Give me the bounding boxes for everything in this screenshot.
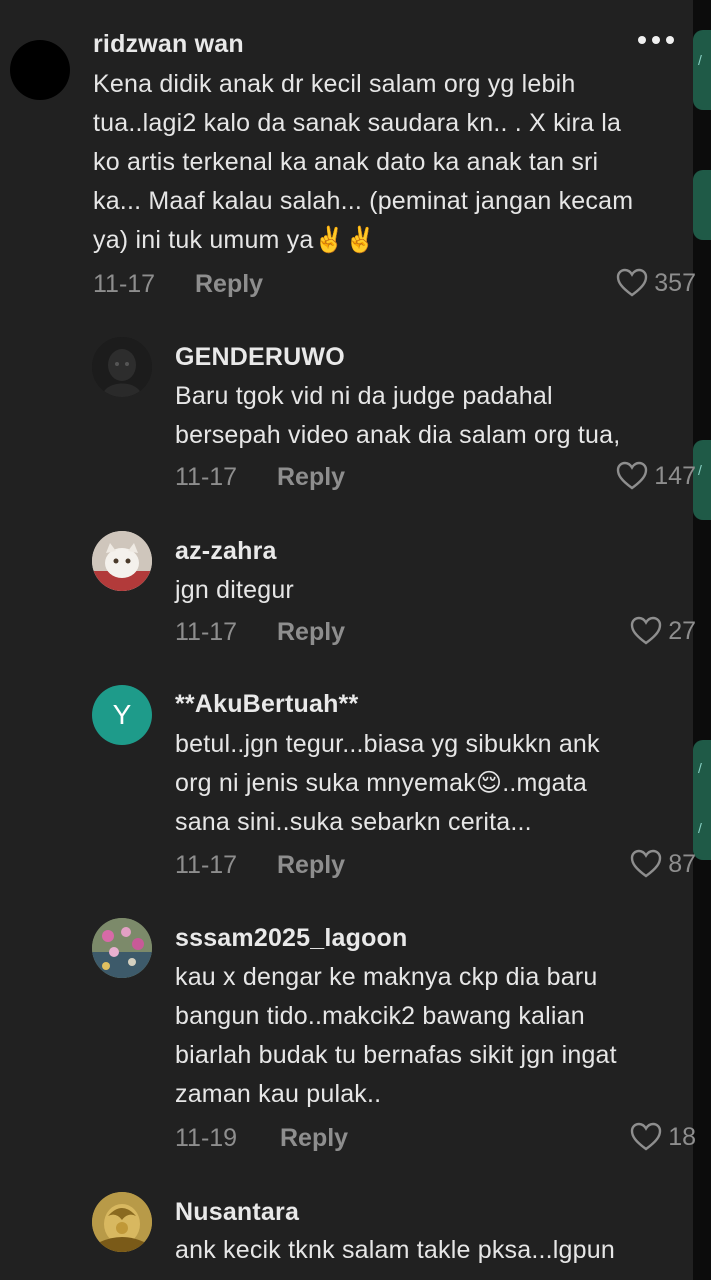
heart-outline-icon xyxy=(617,461,648,490)
like-count: 27 xyxy=(668,616,696,645)
like-count: 87 xyxy=(668,849,696,878)
like-button[interactable]: 147 xyxy=(616,461,696,491)
more-options-icon[interactable] xyxy=(638,36,674,44)
comment-username[interactable]: az-zahra xyxy=(175,537,277,566)
comment-username[interactable]: sssam2025_lagoon xyxy=(175,924,408,953)
comment-text: betul..jgn tegur...biasa yg sibukkn ank … xyxy=(175,730,600,836)
avatar[interactable] xyxy=(92,1192,152,1252)
heart-outline-icon xyxy=(617,268,648,297)
heart-outline-icon xyxy=(630,1122,662,1151)
comment-username[interactable]: **AkuBertuah** xyxy=(175,690,358,719)
comment-text: Kena didik anak dr kecil salam org yg le… xyxy=(93,70,634,254)
avatar[interactable] xyxy=(92,337,152,397)
like-count: 18 xyxy=(668,1122,696,1151)
comment-date: 11-17 xyxy=(93,270,156,298)
reply-button[interactable]: Reply xyxy=(280,1124,348,1153)
edge-highlight xyxy=(693,170,711,240)
heart-outline-icon xyxy=(630,616,662,645)
avatar[interactable] xyxy=(92,531,152,591)
reply-button[interactable]: Reply xyxy=(277,851,345,880)
like-count: 147 xyxy=(654,461,696,490)
comment-username[interactable]: GENDERUWO xyxy=(175,343,345,372)
reply-button[interactable]: Reply xyxy=(195,270,263,299)
edge-highlight: / xyxy=(693,30,711,110)
reply-button[interactable]: Reply xyxy=(277,618,345,647)
reply-button[interactable]: Reply xyxy=(277,463,345,492)
avatar[interactable] xyxy=(92,918,152,978)
avatar[interactable] xyxy=(10,40,70,100)
avatar-letter: Y xyxy=(112,699,132,730)
comment-text: Baru tgok vid ni da judge padahal bersep… xyxy=(175,382,621,449)
comment-date: 11-17 xyxy=(175,618,238,646)
like-count: 357 xyxy=(654,268,696,297)
avatar[interactable]: Y xyxy=(92,685,152,745)
comment-username[interactable]: Nusantara xyxy=(175,1198,299,1227)
comment-text: jgn ditegur xyxy=(175,576,294,604)
like-button[interactable]: 27 xyxy=(630,616,696,646)
edge-highlight: / / xyxy=(693,740,711,860)
like-button[interactable]: 357 xyxy=(616,268,696,298)
comment-text: ank kecik tknk salam takle pksa...lgpun xyxy=(175,1236,615,1264)
like-button[interactable]: 18 xyxy=(630,1122,696,1152)
comment-date: 11-19 xyxy=(175,1124,238,1152)
comment-date: 11-17 xyxy=(175,851,238,879)
comment-text: kau x dengar ke maknya ckp dia baru bang… xyxy=(175,963,617,1108)
comment-date: 11-17 xyxy=(175,463,238,491)
heart-outline-icon xyxy=(630,849,662,878)
comment-username[interactable]: ridzwan wan xyxy=(93,30,244,59)
like-button[interactable]: 87 xyxy=(630,849,696,879)
